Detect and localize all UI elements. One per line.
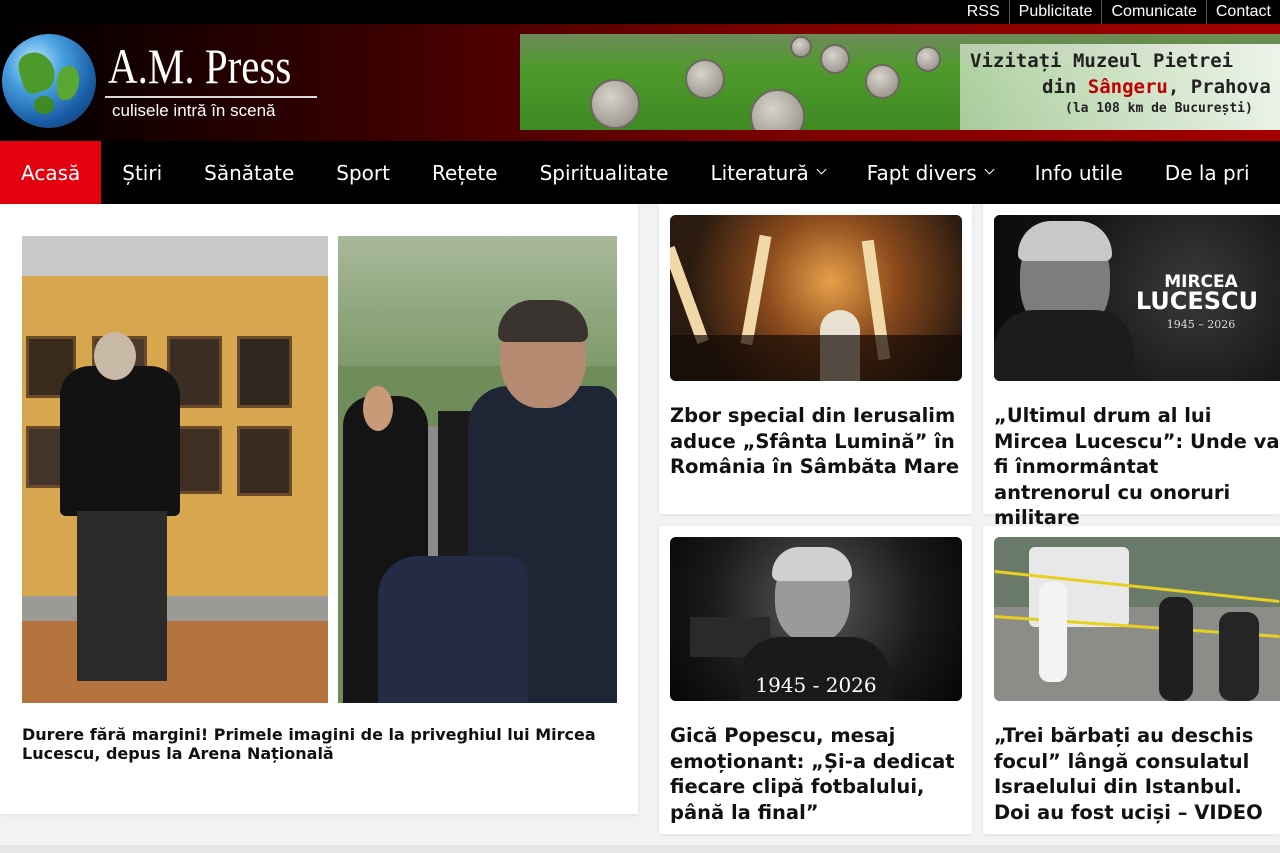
article-1-title[interactable]: Zbor special din Ierusalim aduce „Sfânta… [670, 403, 962, 480]
top-link-comunicate[interactable]: Comunicate [1101, 0, 1205, 24]
site-tagline: culisele intră în scenă [112, 101, 276, 120]
top-links: RSS Publicitate Comunicate Contact [958, 0, 1280, 24]
logo-divider [105, 96, 317, 98]
site-header: A.M. Press culisele intră în scenă Vizit… [0, 24, 1280, 141]
article-2-image-title-2: LUCESCU [1135, 287, 1259, 315]
top-link-rss[interactable]: RSS [958, 0, 1009, 24]
featured-image-left[interactable] [22, 236, 328, 703]
featured-image-right[interactable] [338, 236, 617, 703]
article-3-title[interactable]: Gică Popescu, mesaj emoționant: „Și-a de… [670, 723, 962, 825]
top-link-publicitate[interactable]: Publicitate [1008, 0, 1102, 24]
main-nav: Acasă Știri Sănătate Sport Rețete Spirit… [0, 141, 1280, 204]
article-2-image[interactable]: MIRCEA LUCESCU 1945 – 2026 [994, 215, 1280, 381]
nav-item-stiri[interactable]: Știri [101, 141, 183, 204]
banner-line-3: (la 108 km de București) [1065, 101, 1253, 116]
nav-item-spiritualitate[interactable]: Spiritualitate [519, 141, 690, 204]
chevron-down-icon [984, 164, 995, 175]
featured-article-title[interactable]: Durere fără margini! Primele imagini de … [22, 725, 622, 763]
nav-item-acasa[interactable]: Acasă [0, 141, 102, 204]
article-3-image-years: 1945 - 2026 [755, 673, 877, 697]
banner-line-2: din Sângeru, Prahova [1042, 76, 1271, 98]
article-2-title[interactable]: „Ultimul drum al lui Mircea Lucescu”: Un… [994, 403, 1280, 531]
bottom-divider [0, 845, 1280, 853]
globe-logo-icon[interactable] [2, 34, 96, 128]
nav-item-fapt-divers[interactable]: Fapt divers [846, 141, 1014, 204]
article-4-image[interactable] [994, 537, 1280, 701]
nav-item-literatura[interactable]: Literatură [689, 141, 845, 204]
article-3-image[interactable]: 1945 - 2026 [670, 537, 962, 701]
article-2-image-years: 1945 – 2026 [1166, 318, 1236, 331]
top-bar: RSS Publicitate Comunicate Contact [0, 0, 1280, 24]
nav-item-de-la-pri[interactable]: De la pri [1144, 141, 1271, 204]
museum-ad-banner[interactable]: Vizitați Muzeul Pietrei din Sângeru, Pra… [520, 34, 1280, 130]
chevron-down-icon [816, 164, 827, 175]
article-1-image[interactable] [670, 215, 962, 381]
nav-item-sanatate[interactable]: Sănătate [183, 141, 315, 204]
site-logo-text[interactable]: A.M. Press [108, 38, 291, 94]
nav-item-info-utile[interactable]: Info utile [1014, 141, 1144, 204]
nav-item-sport[interactable]: Sport [315, 141, 411, 204]
banner-line-1: Vizitați Muzeul Pietrei [970, 50, 1234, 72]
top-link-contact[interactable]: Contact [1205, 0, 1280, 24]
nav-item-retete[interactable]: Rețete [411, 141, 519, 204]
article-4-title[interactable]: „Trei bărbați au deschis focul” lângă co… [994, 723, 1280, 825]
